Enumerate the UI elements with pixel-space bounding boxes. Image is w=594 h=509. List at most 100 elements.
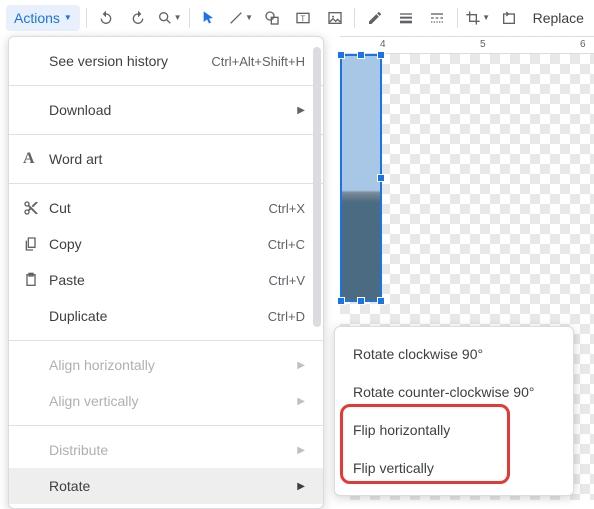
paste-icon (23, 272, 49, 288)
redo-icon (130, 10, 146, 26)
resize-handle-mb[interactable] (357, 297, 365, 305)
submenu-item-rotate-cw[interactable]: Rotate clockwise 90° (335, 335, 573, 373)
menu-shortcut: Ctrl+C (268, 237, 305, 252)
menu-item-duplicate[interactable]: Duplicate Ctrl+D (9, 298, 323, 334)
line-dash-icon (429, 10, 445, 26)
ruler-tick: 6 (580, 39, 586, 50)
select-tool-button[interactable] (196, 5, 223, 31)
submenu-arrow-icon: ▶ (297, 481, 305, 492)
resize-handle-bl[interactable] (337, 297, 345, 305)
pencil-icon (367, 10, 383, 26)
word-art-icon: A (23, 150, 49, 168)
submenu-arrow-icon: ▶ (297, 105, 305, 116)
resize-handle-tl[interactable] (337, 51, 345, 59)
border-dash-button[interactable] (424, 5, 451, 31)
menu-shortcut: Ctrl+D (268, 309, 305, 324)
menu-label: Duplicate (49, 308, 268, 324)
submenu-label: Flip vertically (353, 460, 434, 476)
menu-item-version-history[interactable]: See version history Ctrl+Alt+Shift+H (9, 43, 323, 79)
menu-label: Cut (49, 200, 269, 216)
menu-item-cut[interactable]: Cut Ctrl+X (9, 190, 323, 226)
ruler-tick: 4 (380, 39, 386, 50)
menu-item-copy[interactable]: Copy Ctrl+C (9, 226, 323, 262)
line-tool-button[interactable]: ▼ (227, 5, 254, 31)
resize-handle-mr[interactable] (377, 174, 385, 182)
toolbar-separator (457, 8, 458, 28)
menu-label: Copy (49, 236, 268, 252)
submenu-arrow-icon: ▶ (297, 360, 305, 371)
menu-item-paste[interactable]: Paste Ctrl+V (9, 262, 323, 298)
menu-divider (9, 425, 323, 426)
shapes-icon (264, 10, 280, 26)
reset-image-button[interactable] (495, 5, 522, 31)
menu-item-rotate[interactable]: Rotate ▶ (9, 468, 323, 504)
actions-dropdown-menu: See version history Ctrl+Alt+Shift+H Dow… (8, 36, 324, 509)
menu-label: Word art (49, 151, 305, 167)
menu-label: See version history (49, 53, 211, 69)
submenu-arrow-icon: ▶ (297, 445, 305, 456)
toolbar: Actions ▼ ▼ ▼ T ▼ (0, 0, 594, 36)
image-icon (327, 10, 343, 26)
menu-label: Align horizontally (49, 357, 289, 373)
zoom-button[interactable]: ▼ (155, 5, 182, 31)
actions-menu-button[interactable]: Actions ▼ (6, 5, 80, 31)
menu-label: Align vertically (49, 393, 289, 409)
menu-divider (9, 134, 323, 135)
menu-label: Distribute (49, 442, 289, 458)
shape-tool-button[interactable] (258, 5, 285, 31)
selected-image[interactable] (340, 54, 382, 302)
menu-divider (9, 183, 323, 184)
replace-image-button[interactable]: Replace (529, 10, 588, 26)
menu-shortcut: Ctrl+Alt+Shift+H (211, 54, 305, 69)
menu-divider (9, 340, 323, 341)
border-color-button[interactable] (361, 5, 388, 31)
menu-label: Download (49, 102, 289, 118)
chevron-down-icon: ▼ (482, 13, 490, 22)
resize-handle-br[interactable] (377, 297, 385, 305)
submenu-item-rotate-ccw[interactable]: Rotate counter-clockwise 90° (335, 373, 573, 411)
copy-icon (23, 236, 49, 252)
menu-divider (9, 85, 323, 86)
chevron-down-icon: ▼ (174, 13, 182, 22)
redo-button[interactable] (124, 5, 151, 31)
undo-button[interactable] (93, 5, 120, 31)
cursor-icon (201, 10, 217, 26)
line-weight-icon (398, 10, 414, 26)
menu-item-distribute: Distribute ▶ (9, 432, 323, 468)
reset-image-icon (501, 10, 517, 26)
submenu-item-flip-horizontal[interactable]: Flip horizontally (335, 411, 573, 449)
textbox-icon: T (295, 10, 311, 26)
menu-item-word-art[interactable]: A Word art (9, 141, 323, 177)
actions-label: Actions (14, 10, 60, 26)
chevron-down-icon: ▼ (245, 13, 253, 22)
zoom-icon (157, 10, 173, 26)
line-icon (228, 10, 244, 26)
dropdown-icon: ▼ (64, 13, 72, 22)
cut-icon (23, 200, 49, 216)
svg-text:T: T (301, 14, 306, 23)
toolbar-separator (86, 8, 87, 28)
menu-scrollbar[interactable] (313, 47, 321, 327)
menu-item-align-vertical: Align vertically ▶ (9, 383, 323, 419)
crop-button[interactable]: ▼ (464, 5, 491, 31)
toolbar-separator (189, 8, 190, 28)
text-tool-button[interactable]: T (290, 5, 317, 31)
submenu-item-flip-vertical[interactable]: Flip vertically (335, 449, 573, 487)
resize-handle-mt[interactable] (357, 51, 365, 59)
menu-label: Rotate (49, 478, 289, 494)
border-weight-button[interactable] (392, 5, 419, 31)
submenu-arrow-icon: ▶ (297, 396, 305, 407)
ruler-tick: 5 (480, 39, 486, 50)
crop-icon (465, 10, 481, 26)
menu-shortcut: Ctrl+X (269, 201, 305, 216)
resize-handle-tr[interactable] (377, 51, 385, 59)
image-tool-button[interactable] (321, 5, 348, 31)
submenu-label: Flip horizontally (353, 422, 450, 438)
toolbar-separator (354, 8, 355, 28)
rotate-submenu: Rotate clockwise 90° Rotate counter-cloc… (334, 326, 574, 496)
undo-icon (98, 10, 114, 26)
menu-shortcut: Ctrl+V (269, 273, 305, 288)
submenu-label: Rotate clockwise 90° (353, 346, 483, 362)
menu-label: Paste (49, 272, 269, 288)
menu-item-download[interactable]: Download ▶ (9, 92, 323, 128)
